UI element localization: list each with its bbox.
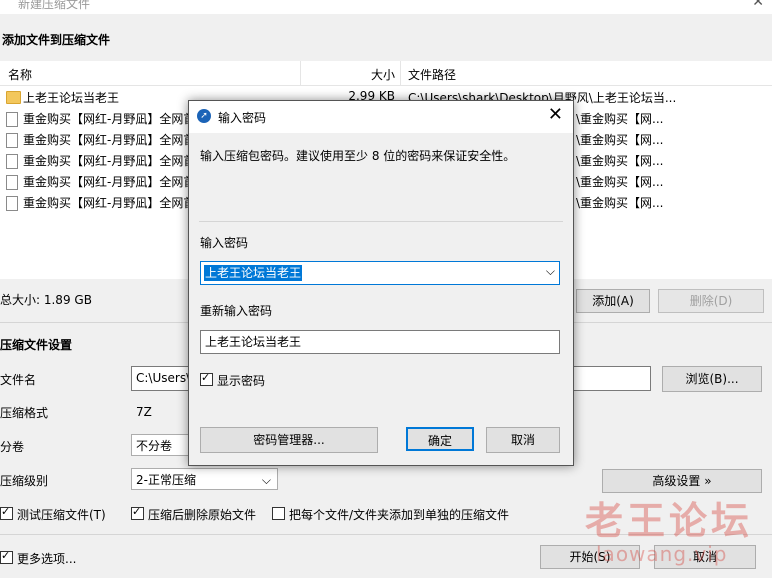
reenter-label: 重新输入密码 — [200, 304, 273, 318]
dialog-title: 输入密码 — [218, 111, 267, 125]
browse-button[interactable]: 浏览(B)... — [662, 366, 762, 392]
reenter-password-input[interactable]: 上老王论坛当老王 — [200, 330, 560, 354]
format-label: 压缩格式 — [0, 406, 49, 420]
password-dialog: ➚ 输入密码 ✕ 输入压缩包密码。建议使用至少 8 位的密码来保证安全性。 输入… — [188, 100, 574, 466]
more-options[interactable]: ✓ 更多选项... — [0, 549, 77, 567]
window-title: 新建压缩文件 — [18, 0, 91, 11]
file-path: \重金购买【网... — [576, 175, 664, 189]
ok-button[interactable]: 确定 — [406, 427, 474, 451]
level-value: 2-正常压缩 — [136, 473, 196, 487]
title-bar: 新建压缩文件 ✕ — [0, 0, 772, 14]
more-options-label: 更多选项... — [17, 552, 77, 566]
divider — [199, 221, 563, 222]
file-path: \重金购买【网... — [576, 133, 664, 147]
format-select[interactable]: 7Z — [131, 400, 191, 422]
file-name: 重金购买【网红-月野凪】全网首 — [23, 154, 196, 168]
show-password-option[interactable]: ✓ 显示密码 — [200, 371, 266, 389]
show-password-checkbox[interactable]: ✓ — [200, 371, 213, 386]
each-separate-label: 把每个文件/文件夹添加到单独的压缩文件 — [289, 508, 510, 522]
test-archive-option[interactable]: ✓ 测试压缩文件(T) — [0, 505, 106, 523]
dialog-close-icon[interactable]: ✕ — [548, 104, 563, 125]
test-archive-label: 测试压缩文件(T) — [17, 508, 106, 522]
file-path: \重金购买【网... — [576, 112, 664, 126]
filename-label: 文件名 — [0, 373, 37, 387]
dialog-cancel-button[interactable]: 取消 — [486, 427, 560, 453]
file-path: \重金购买【网... — [576, 154, 664, 168]
level-label: 压缩级别 — [0, 474, 49, 488]
column-divider[interactable] — [400, 61, 401, 85]
file-name: 重金购买【网红-月野凪】全网首 — [23, 196, 196, 210]
password-manager-button[interactable]: 密码管理器... — [200, 427, 378, 453]
each-separate-option[interactable]: 把每个文件/文件夹添加到单独的压缩文件 — [272, 506, 509, 523]
chevron-down-icon: ⌵ — [261, 473, 271, 487]
file-name: 重金购买【网红-月野凪】全网首 — [23, 112, 196, 126]
add-section-title: 添加文件到压缩文件 — [2, 33, 111, 47]
more-options-checkbox[interactable]: ✓ — [0, 549, 13, 564]
app-logo-icon: ➚ — [197, 109, 211, 123]
dialog-title-bar: ➚ 输入密码 ✕ — [189, 101, 573, 133]
password-value: 上老王论坛当老王 — [204, 265, 303, 281]
split-select[interactable]: 不分卷 — [131, 434, 191, 456]
column-divider[interactable] — [300, 61, 301, 85]
password-input[interactable]: 上老王论坛当老王 ⌵ — [200, 261, 560, 285]
file-icon — [6, 196, 18, 214]
file-path: \重金购买【网... — [576, 196, 664, 210]
watermark-logo: 老王论坛 — [585, 499, 754, 543]
remove-button[interactable]: 删除(D) — [658, 289, 764, 313]
add-button[interactable]: 添加(A) — [576, 289, 650, 313]
show-password-label: 显示密码 — [217, 374, 266, 388]
settings-title: 压缩文件设置 — [0, 338, 73, 352]
test-archive-checkbox[interactable]: ✓ — [0, 505, 13, 520]
delete-after-option[interactable]: ✓ 压缩后删除原始文件 — [131, 505, 257, 523]
file-name: 重金购买【网红-月野凪】全网首 — [23, 175, 196, 189]
column-name[interactable]: 名称 — [8, 66, 32, 83]
file-name: 重金购买【网红-月野凪】全网首 — [23, 133, 196, 147]
level-select[interactable]: 2-正常压缩 ⌵ — [131, 468, 278, 490]
password-label: 输入密码 — [200, 236, 249, 250]
watermark-url: laowang.vip — [596, 542, 728, 566]
delete-after-checkbox[interactable]: ✓ — [131, 505, 144, 520]
total-size: 总大小: 1.89 GB — [0, 293, 92, 307]
folder-icon — [6, 91, 21, 107]
column-path[interactable]: 文件路径 — [408, 66, 456, 83]
each-separate-checkbox[interactable] — [272, 507, 285, 520]
file-list-header: 名称 大小 文件路径 — [0, 61, 772, 86]
chevron-down-icon[interactable]: ⌵ — [546, 264, 555, 279]
delete-after-label: 压缩后删除原始文件 — [148, 508, 257, 522]
column-size[interactable]: 大小 — [371, 66, 395, 83]
dialog-description: 输入压缩包密码。建议使用至少 8 位的密码来保证安全性。 — [200, 149, 516, 163]
file-name: 上老王论坛当老王 — [23, 91, 120, 105]
window-close-icon[interactable]: ✕ — [752, 0, 764, 10]
split-label: 分卷 — [0, 440, 25, 454]
